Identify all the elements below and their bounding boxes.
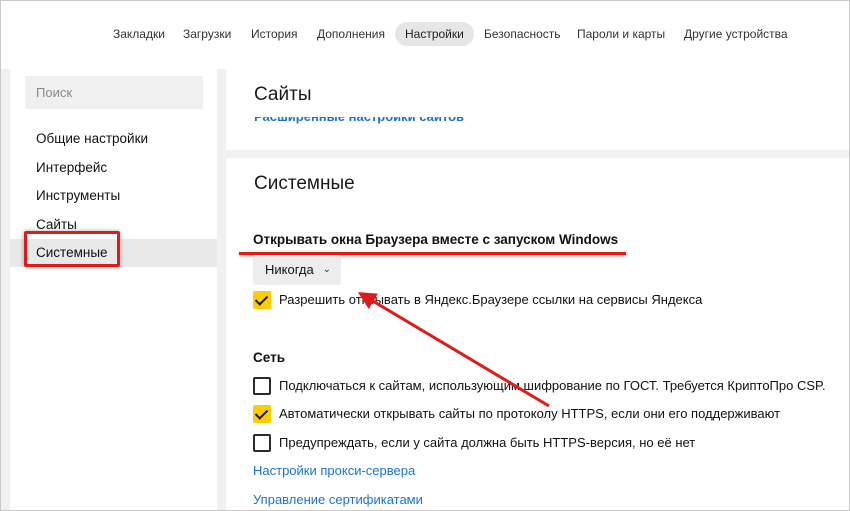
system-card: Системные [226, 158, 849, 510]
https-auto-checkbox[interactable] [253, 405, 271, 423]
top-navigation: Закладки Загрузки История Дополнения Нас… [1, 1, 849, 69]
advanced-site-settings-link[interactable]: Расширенные настройки сайтов [254, 117, 464, 124]
tab-other-devices[interactable]: Другие устройства [674, 22, 798, 46]
network-heading: Сеть [253, 350, 285, 365]
tab-passwords-cards[interactable]: Пароли и карты [567, 22, 675, 46]
tab-settings[interactable]: Настройки [395, 22, 474, 46]
tab-extensions[interactable]: Дополнения [307, 22, 395, 46]
sites-card: Сайты Расширенные настройки сайтов [226, 69, 849, 150]
sidebar-item-general[interactable]: Общие настройки [10, 125, 217, 153]
sites-section-title: Сайты [254, 84, 312, 105]
browser-settings-window: Закладки Загрузки История Дополнения Нас… [0, 0, 850, 511]
tab-history[interactable]: История [241, 22, 308, 46]
allow-links-checkbox[interactable] [253, 291, 271, 309]
https-auto-label: Автоматически открывать сайты по протоко… [279, 406, 781, 421]
tab-bookmarks[interactable]: Закладки [103, 22, 175, 46]
gost-label: Подключаться к сайтам, использующим шифр… [279, 378, 826, 393]
allow-links-label: Разрешить открывать в Яндекс.Браузере сс… [279, 292, 703, 307]
gost-checkbox[interactable] [253, 377, 271, 395]
sidebar-item-tools[interactable]: Инструменты [10, 182, 217, 210]
startup-select[interactable]: Никогда ⌄ [253, 255, 341, 285]
tab-security[interactable]: Безопасность [474, 22, 571, 46]
settings-sidebar: Поиск Общие настройки Интерфейс Инструме… [10, 69, 217, 510]
search-input[interactable]: Поиск [25, 76, 203, 109]
system-section-title: Системные [254, 173, 355, 194]
sidebar-item-interface[interactable]: Интерфейс [10, 154, 217, 182]
https-warn-checkbox[interactable] [253, 434, 271, 452]
proxy-settings-link[interactable]: Настройки прокси-сервера [253, 463, 415, 478]
startup-select-value: Никогда [265, 262, 314, 277]
certificates-link[interactable]: Управление сертификатами [253, 492, 423, 507]
tab-downloads[interactable]: Загрузки [173, 22, 241, 46]
https-warn-label: Предупреждать, если у сайта должна быть … [279, 435, 696, 450]
annotation-highlight-box [24, 231, 120, 267]
chevron-down-icon: ⌄ [322, 264, 331, 275]
startup-label: Открывать окна Браузера вместе с запуско… [253, 232, 619, 247]
